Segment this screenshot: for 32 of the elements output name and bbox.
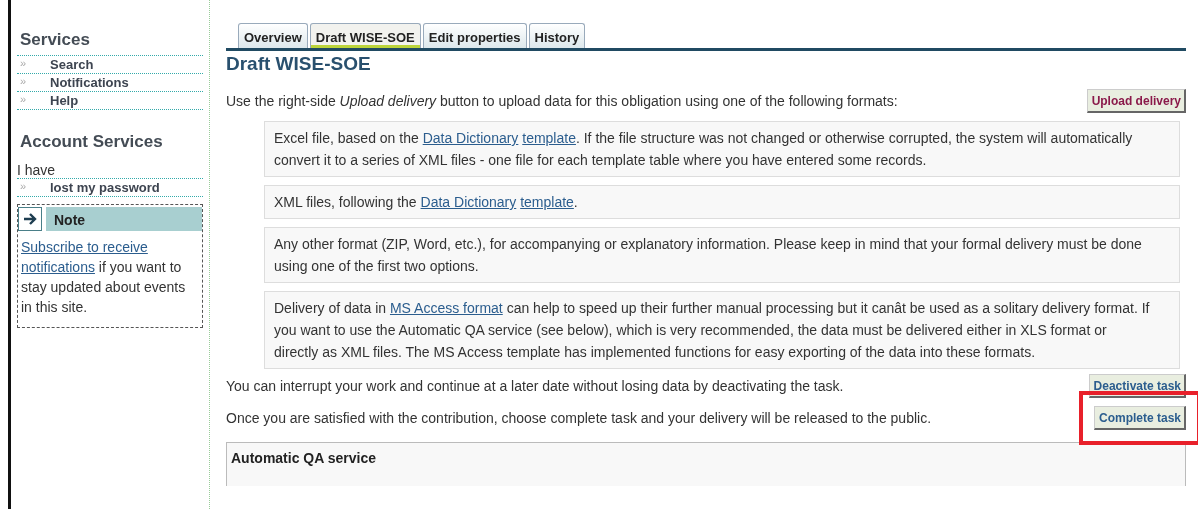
intro-text: Use the right-side Upload delivery button to upload data for this obligation using one of the following formats:	[226, 91, 898, 111]
note-text: Subscribe to receive notifications if you want to stay updated about events in this site.	[20, 238, 187, 317]
link[interactable]: Data Dictionary	[422, 130, 519, 146]
sidebar-item[interactable]: » Search	[17, 55, 203, 73]
page-heading: Draft WISE-SOE	[226, 53, 372, 75]
link[interactable]: notifications	[21, 259, 95, 275]
tab[interactable]: History	[528, 23, 586, 48]
link[interactable]: template	[520, 194, 574, 210]
upload-button[interactable]: Upload delivery	[1086, 89, 1186, 113]
tab[interactable]: Overview	[238, 23, 308, 48]
panel-title: Automatic QA service	[231, 450, 377, 466]
link[interactable]: Subscribe to receive	[21, 239, 148, 255]
action-text: You can interrupt your work and continue at a later date without losing data by deactivating the task.	[226, 376, 844, 396]
tab[interactable]: Draft WISE-SOE	[309, 23, 421, 48]
format-note: XML files, following the Data Dictionary template.	[264, 185, 1180, 219]
link[interactable]: Data Dictionary	[420, 194, 517, 210]
link[interactable]: template	[522, 130, 576, 146]
sidebar-item[interactable]: » Notifications	[17, 73, 203, 91]
section-text: I have	[17, 162, 57, 178]
action-button[interactable]: Deactivate task	[1088, 374, 1186, 398]
sidebar-item[interactable]: » Help	[17, 91, 203, 110]
sidebar-item[interactable]: » lost my password	[17, 178, 203, 197]
action-text: Once you are satisfied with the contribution, choose complete task and your delivery will be released to the public.	[226, 408, 932, 428]
section-title: Services	[20, 30, 91, 50]
action-button[interactable]: Complete task	[1093, 406, 1186, 430]
format-note: Any other format (ZIP, Word, etc.), for accompanying or explanatory information. Please keep in mind that your formal delivery must be done using one of the first two options.	[264, 227, 1180, 283]
format-note: Delivery of data in MS Access format can help to speed up their further manual processing but it canât be used as a solitary delivery format. If you want to use the Automatic QA service (see below), which is very recommended, the data must be delivered either in XLS format or directly as XML files. The MS Access template has implemented functions for easy exporting of the data into these formats.	[264, 291, 1180, 369]
note-title: Note	[46, 207, 202, 231]
section-title: Account Services	[20, 132, 164, 152]
format-note: Excel file, based on the Data Dictionary template. If the file structure was not changed or otherwise corrupted, the system will automatically convert it to a series of XML files - one file for each template table where you have entered some records.	[264, 121, 1180, 177]
tab[interactable]: Edit properties	[422, 23, 527, 48]
link[interactable]: MS Access format	[389, 300, 503, 316]
